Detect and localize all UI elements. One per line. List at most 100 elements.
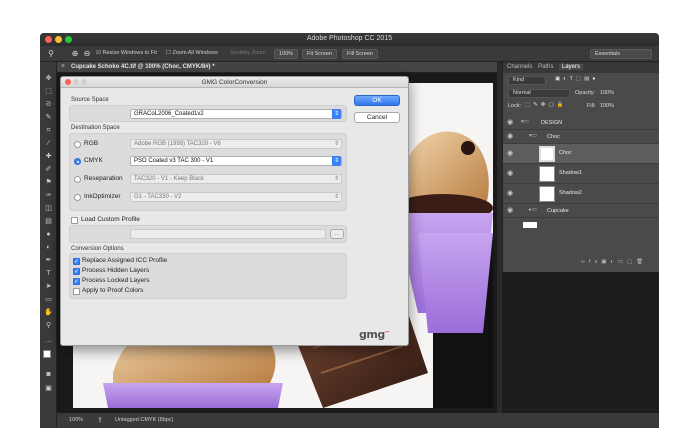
resize-windows-checkbox[interactable]: ☑ Resize Windows to Fit bbox=[96, 50, 157, 56]
eyedropper-icon[interactable]: ⁄ bbox=[43, 139, 54, 149]
cmyk-profile-value: PSO Coated v3 TAC 300 - V1 bbox=[134, 158, 214, 164]
fill-screen-button[interactable]: Fill Screen bbox=[342, 49, 378, 59]
cmyk-label: CMYK bbox=[84, 157, 103, 164]
folder-icon: ▾▭ bbox=[529, 133, 537, 139]
visibility-eye-icon[interactable]: ◉ bbox=[507, 206, 513, 214]
move-tool-icon[interactable]: ✥ bbox=[43, 74, 54, 84]
history-brush-icon[interactable]: ✑ bbox=[43, 191, 54, 201]
opacity-value[interactable]: 100% bbox=[600, 90, 614, 96]
zoom-tool-sidebar-icon[interactable]: ⚲ bbox=[43, 321, 54, 331]
tab-channels[interactable]: Channels bbox=[507, 64, 532, 70]
visibility-eye-icon[interactable]: ◉ bbox=[507, 149, 513, 157]
panel-tabs: Channels Paths Layers bbox=[503, 62, 659, 73]
zoom-all-checkbox[interactable]: ☐ Zoom All Windows bbox=[166, 50, 218, 56]
gmg-colorconversion-dialog: GMG ColorConversion Source Space GRACoL2… bbox=[60, 76, 409, 346]
opacity-label: Opacity: bbox=[575, 90, 596, 96]
inkoptimizer-select[interactable]: G1 - TAC330 - V2 ⇕ bbox=[130, 192, 342, 202]
process-locked-checkbox[interactable]: ✓ bbox=[73, 278, 80, 285]
tab-paths[interactable]: Paths bbox=[538, 64, 553, 70]
layer-group-choc[interactable]: ◉ ▾▭ Choc bbox=[503, 130, 659, 144]
replace-icc-checkbox[interactable]: ✓ bbox=[73, 258, 80, 265]
reseparation-radio[interactable] bbox=[74, 176, 81, 183]
apply-proof-label: Apply to Proof Colors bbox=[82, 287, 144, 294]
path-select-icon[interactable]: ➤ bbox=[43, 282, 54, 292]
clone-stamp-icon[interactable]: ⚑ bbox=[43, 178, 54, 188]
blur-tool-icon[interactable]: ● bbox=[43, 230, 54, 240]
source-space-select[interactable]: GRACoL2006_Coated1v2 ⇕ bbox=[130, 109, 342, 119]
layer-action-icons[interactable]: ∞fx▣◐▭▢🗑 bbox=[581, 259, 647, 265]
type-tool-icon[interactable]: T bbox=[43, 269, 54, 279]
healing-brush-icon[interactable]: ✚ bbox=[43, 152, 54, 162]
conversion-options-group: ✓ Replace Assigned ICC Profile ✓ Process… bbox=[69, 253, 347, 299]
hand-tool-icon[interactable]: ✋ bbox=[43, 308, 54, 318]
inkoptimizer-radio[interactable] bbox=[74, 194, 81, 201]
reseparation-value: TAC320 - V1 - Keep Black bbox=[134, 176, 204, 182]
brush-tool-icon[interactable]: ✐ bbox=[43, 165, 54, 175]
visibility-eye-icon[interactable]: ◉ bbox=[507, 189, 513, 197]
blend-mode-select[interactable]: Normal bbox=[508, 89, 570, 98]
visibility-eye-icon[interactable]: ◉ bbox=[507, 169, 513, 177]
eraser-tool-icon[interactable]: ◫ bbox=[43, 204, 54, 214]
destination-space-group: RGB Adobe RGB (1998) TAC320 - V6 ⇕ CMYK … bbox=[69, 133, 347, 211]
inkoptimizer-value: G1 - TAC330 - V2 bbox=[134, 194, 182, 200]
layer-group-cupcake[interactable]: ◉ ▸▭ Cupcake bbox=[503, 204, 659, 218]
layer-choc[interactable]: ◉ Choc bbox=[503, 144, 659, 164]
layer-group-design[interactable]: ◉ ▾▭ DESIGN bbox=[503, 116, 659, 130]
dodge-tool-icon[interactable]: ◐ bbox=[43, 243, 54, 253]
apply-proof-checkbox[interactable] bbox=[73, 288, 80, 295]
zoom-all-label: Zoom All Windows bbox=[172, 50, 218, 56]
status-share-icon[interactable]: ⇪ bbox=[97, 416, 103, 424]
lock-label: Lock: bbox=[508, 103, 522, 109]
crop-tool-icon[interactable]: ⌗ bbox=[43, 126, 54, 136]
scrubby-zoom-checkbox[interactable]: Scrubby Zoom bbox=[230, 50, 266, 56]
cmyk-radio[interactable] bbox=[74, 158, 81, 165]
layer-shadow1[interactable]: ◉ Shadow1 bbox=[503, 164, 659, 184]
zoom-tool-icon[interactable]: ⚲ bbox=[46, 49, 56, 59]
cancel-button[interactable]: Cancel bbox=[354, 112, 400, 123]
browse-profile-button[interactable]: ... bbox=[330, 229, 344, 239]
layer-thumbnail-white bbox=[523, 222, 537, 228]
more-tools-icon[interactable]: … bbox=[43, 336, 54, 346]
quick-mask-icon[interactable]: ◙ bbox=[43, 370, 54, 380]
visibility-eye-icon[interactable]: ◉ bbox=[507, 118, 513, 126]
fit-screen-button[interactable]: Fit Screen bbox=[302, 49, 338, 59]
marquee-tool-icon[interactable]: ⬚ bbox=[43, 87, 54, 97]
zoom-in-icon[interactable]: ⊕ bbox=[70, 49, 80, 59]
lasso-tool-icon[interactable]: ᘐ bbox=[43, 100, 54, 110]
reseparation-select[interactable]: TAC320 - V1 - Keep Black ⇕ bbox=[130, 174, 342, 184]
folder-icon: ▾▭ bbox=[521, 119, 529, 125]
rgb-radio[interactable] bbox=[74, 141, 81, 148]
cmyk-profile-select[interactable]: PSO Coated v3 TAC 300 - V1 ⇕ bbox=[130, 156, 342, 166]
screen-mode-icon[interactable]: ▣ bbox=[43, 384, 54, 394]
process-hidden-checkbox[interactable]: ✓ bbox=[73, 268, 80, 275]
fill-value[interactable]: 100% bbox=[600, 103, 614, 109]
gradient-tool-icon[interactable]: ▤ bbox=[43, 217, 54, 227]
source-space-group: GRACoL2006_Coated1v2 ⇕ bbox=[69, 105, 347, 122]
custom-profile-path-input[interactable] bbox=[130, 229, 326, 239]
document-tab[interactable]: × Cupcake Schoko 4C.tif @ 100% (Choc, CM… bbox=[57, 62, 497, 73]
layer-name: Choc bbox=[547, 134, 560, 140]
status-zoom[interactable]: 100% bbox=[69, 417, 83, 423]
foreground-color-swatch[interactable] bbox=[43, 350, 51, 358]
kind-filter-select[interactable]: Kind bbox=[508, 76, 546, 85]
options-bar: ⚲ ⊕ ⊖ ☑ Resize Windows to Fit ☐ Zoom All… bbox=[40, 46, 659, 62]
layer-shadow2[interactable]: ◉ Shadow2 bbox=[503, 184, 659, 204]
zoom-value-button[interactable]: 100% bbox=[274, 49, 299, 59]
tab-layers[interactable]: Layers bbox=[559, 64, 584, 70]
rgb-profile-select[interactable]: Adobe RGB (1998) TAC320 - V6 ⇕ bbox=[130, 139, 342, 149]
select-arrow-icon: ⇕ bbox=[333, 194, 340, 200]
zoom-out-icon[interactable]: ⊖ bbox=[82, 49, 92, 59]
close-document-icon[interactable]: × bbox=[61, 63, 65, 70]
load-custom-profile-checkbox[interactable] bbox=[71, 217, 78, 224]
filter-icons[interactable]: ▣◐T⬚▤● bbox=[555, 76, 599, 82]
shape-tool-icon[interactable]: ▭ bbox=[43, 295, 54, 305]
lock-icons[interactable]: ⬚✎✥▢🔒 bbox=[525, 102, 566, 108]
visibility-eye-icon[interactable]: ◉ bbox=[507, 132, 513, 140]
folder-icon: ▸▭ bbox=[529, 207, 537, 213]
rgb-profile-value: Adobe RGB (1998) TAC320 - V6 bbox=[134, 141, 221, 147]
workspace-select[interactable]: Essentials bbox=[590, 49, 652, 59]
dialog-close-icon[interactable] bbox=[65, 79, 71, 85]
ok-button[interactable]: OK bbox=[354, 95, 400, 106]
pen-tool-icon[interactable]: ✒ bbox=[43, 256, 54, 266]
quick-select-icon[interactable]: ✎ bbox=[43, 113, 54, 123]
